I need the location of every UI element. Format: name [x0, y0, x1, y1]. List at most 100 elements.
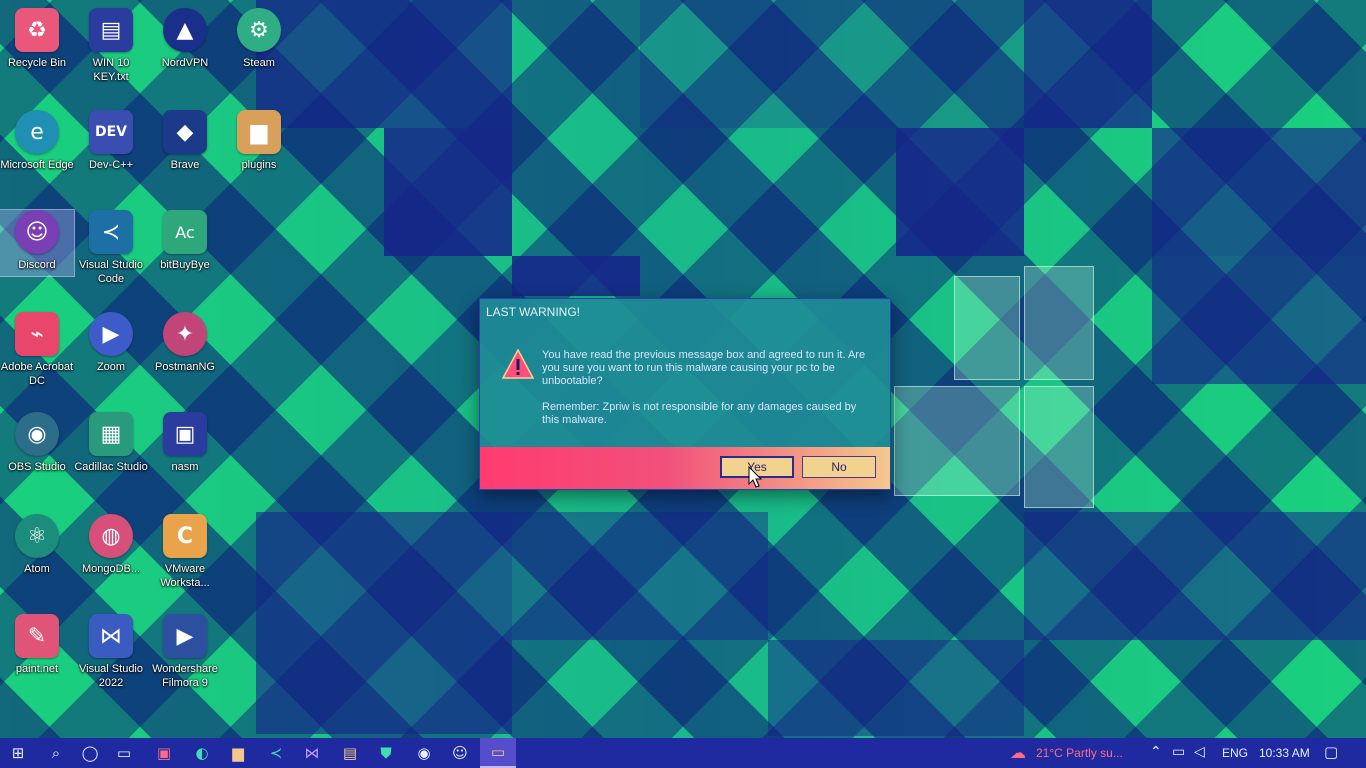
app-icon: Ac — [163, 210, 207, 254]
icon-label: plugins — [241, 159, 277, 171]
desktop-icon-brave[interactable]: ◆ Brave — [148, 110, 222, 172]
filmora-icon: ▶ — [163, 614, 207, 658]
task-view-icon: ▭ — [116, 744, 132, 762]
folder-icon: ▆ — [232, 744, 244, 762]
taskbar-active-app[interactable]: ▭ — [480, 738, 516, 768]
desktop-icon-plugins[interactable]: ▆ plugins — [222, 110, 296, 172]
volume-icon[interactable]: ◁ — [1194, 744, 1205, 760]
desktop-icon-nasm[interactable]: ▣ nasm — [148, 412, 222, 474]
postman-icon: ✦ — [163, 312, 207, 356]
icon-label: Cadillac Studio — [74, 461, 148, 473]
chevron-up-icon[interactable]: ⌃ — [1150, 744, 1162, 760]
taskbar-discord[interactable]: ☺ — [442, 738, 478, 768]
desktop-icon-filmora[interactable]: ▶ Wondershare Filmora 9 — [148, 614, 222, 690]
dialog-message-line1: You have read the previous message box a… — [542, 349, 866, 387]
clock[interactable]: 10:33 AM — [1259, 746, 1310, 760]
search-button[interactable]: ⌕ — [38, 738, 74, 768]
desktop-icon-devcpp[interactable]: DEV Dev-C++ — [74, 110, 148, 172]
icon-label: bitBuyBye — [160, 259, 210, 271]
desktop-icon-zoom[interactable]: ▶ Zoom — [74, 312, 148, 374]
obs-icon: ◉ — [15, 412, 59, 456]
brave-icon: ◆ — [163, 110, 207, 154]
desktop-icon-nordvpn[interactable]: ▲ NordVPN — [148, 8, 222, 70]
desktop-icon-discord[interactable]: ☺ Discord — [0, 209, 75, 277]
taskbar-vscode[interactable]: ≺ — [258, 738, 294, 768]
nasm-icon: ▣ — [163, 412, 207, 456]
icon-label: Zoom — [96, 361, 126, 373]
icon-label: Adobe Acrobat DC — [0, 361, 74, 387]
edge-icon: e — [15, 110, 59, 154]
desktop-icon-recycle-bin[interactable]: ♻ Recycle Bin — [0, 8, 74, 70]
notes-icon: ▤ — [342, 744, 358, 762]
desktop-icon-edge[interactable]: e Microsoft Edge — [0, 110, 74, 172]
atom-icon: ⚛ — [15, 514, 59, 558]
desktop-icon-atom[interactable]: ⚛ Atom — [0, 514, 74, 576]
taskbar-notes[interactable]: ▤ — [332, 738, 368, 768]
icon-label: nasm — [171, 461, 199, 473]
warning-dialog: LAST WARNING! You have read the previous… — [479, 298, 891, 490]
icon-label: WIN 10 KEY.txt — [92, 57, 130, 83]
vscode-icon: ≺ — [269, 744, 283, 762]
desktop-icon-steam[interactable]: ⚙ Steam — [222, 8, 296, 70]
steam-icon: ⚙ — [237, 8, 281, 52]
windows-start-icon: ⊞ — [11, 744, 25, 762]
desktop-icon-mongodb[interactable]: ◍ MongoDB... — [74, 514, 148, 576]
language-indicator[interactable]: ENG — [1222, 746, 1248, 760]
start-button[interactable]: ⊞ — [0, 738, 36, 768]
icon-label: Dev-C++ — [88, 159, 134, 171]
discord-icon: ☺ — [452, 744, 468, 762]
notification-icon[interactable]: ▢ — [1324, 743, 1338, 761]
desktop-icon-vmware[interactable]: C VMware Worksta... — [148, 514, 222, 590]
mongodb-icon: ◍ — [89, 514, 133, 558]
taskbar-obs[interactable]: ◉ — [406, 738, 442, 768]
paintnet-icon: ✎ — [15, 614, 59, 658]
vmware-icon: C — [163, 514, 207, 558]
desktop-icon-bitbuybye[interactable]: Ac bitBuyBye — [148, 210, 222, 272]
weather-text[interactable]: 21°C Partly su... — [1036, 746, 1123, 760]
desktop-icon-win10-key[interactable]: ▤ WIN 10 KEY.txt — [74, 8, 148, 84]
store-icon: ▣ — [156, 744, 172, 762]
taskbar-store[interactable]: ▣ — [146, 738, 182, 768]
mouse-cursor-icon — [748, 466, 762, 488]
acrobat-icon: ⌁ — [15, 312, 59, 356]
desktop-icon-visual-studio[interactable]: ⋈ Visual Studio 2022 — [74, 614, 148, 690]
vscode-icon: ≺ — [89, 210, 133, 254]
cortana-icon: ◯ — [81, 744, 99, 762]
icon-label: Atom — [24, 563, 50, 575]
desktop-icon-postman[interactable]: ✦ PostmanNG — [148, 312, 222, 374]
taskbar: ⊞ ⌕ ◯ ▭ ▣ ◐ ▆ ≺ ⋈ ▤ ⛊ ◉ ☺ ▭ ☁ 21°C Partl… — [0, 738, 1366, 768]
desktop-icon-vscode[interactable]: ≺ Visual Studio Code — [74, 210, 148, 286]
taskbar-visual-studio[interactable]: ⋈ — [294, 738, 330, 768]
taskbar-security[interactable]: ⛊ — [368, 738, 404, 768]
no-button[interactable]: No — [802, 456, 876, 478]
desktop-icon-cadillac[interactable]: ▦ Cadillac Studio — [74, 412, 148, 474]
desktop-icon-acrobat[interactable]: ⌁ Adobe Acrobat DC — [0, 312, 74, 388]
taskbar-file-explorer[interactable]: ▆ — [220, 738, 256, 768]
icon-label: VMware Worksta... — [160, 563, 210, 589]
icon-label: NordVPN — [161, 57, 209, 69]
search-icon: ⌕ — [51, 744, 61, 762]
weather-icon: ☁ — [1010, 743, 1026, 762]
visual-studio-icon: ⋈ — [304, 744, 320, 762]
visual-studio-icon: ⋈ — [89, 614, 133, 658]
cortana-button[interactable]: ◯ — [72, 738, 108, 768]
devcpp-icon: DEV — [89, 110, 133, 154]
dialog-message: You have read the previous message box a… — [542, 349, 872, 427]
zoom-icon: ▶ — [89, 312, 133, 356]
desktop-icon-paintnet[interactable]: ✎ paint.net — [0, 614, 74, 676]
warning-app-icon: ▭ — [490, 743, 506, 761]
nordvpn-icon: ▲ — [163, 8, 207, 52]
warning-icon — [502, 349, 534, 379]
icon-label: Brave — [170, 159, 200, 171]
icon-label: OBS Studio — [8, 461, 66, 473]
dialog-button-bar: Yes No — [480, 447, 890, 489]
obs-icon: ◉ — [417, 744, 431, 762]
desktop-icon-obs[interactable]: ◉ OBS Studio — [0, 412, 74, 474]
taskbar-edge[interactable]: ◐ — [184, 738, 220, 768]
network-icon[interactable]: ▭ — [1172, 744, 1185, 760]
icon-label: Steam — [243, 57, 275, 69]
icon-label: Discord — [18, 259, 56, 271]
icon-label: Recycle Bin — [7, 57, 67, 69]
recycle-bin-icon: ♻ — [15, 8, 59, 52]
task-view-button[interactable]: ▭ — [106, 738, 142, 768]
